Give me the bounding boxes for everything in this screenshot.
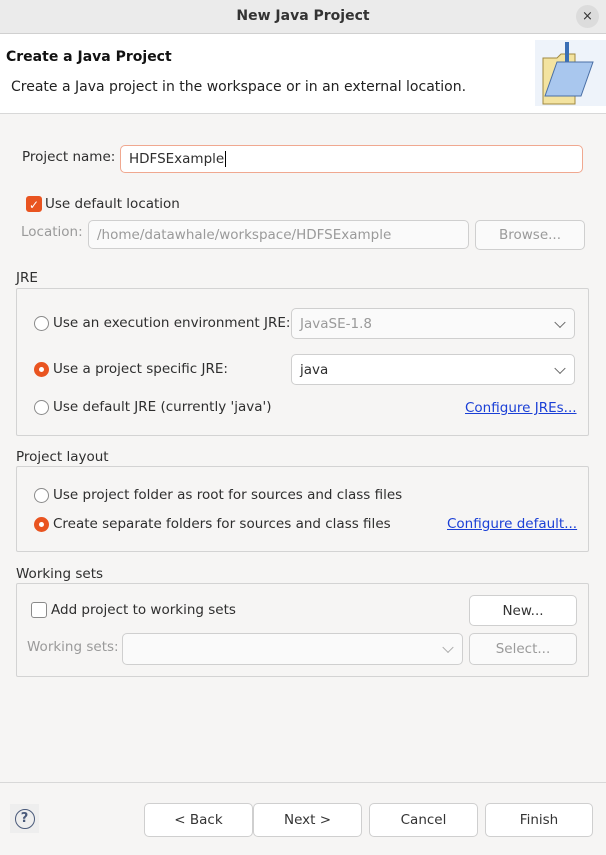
radio-default-jre[interactable] bbox=[34, 400, 49, 415]
title-bar: New Java Project × bbox=[0, 0, 606, 34]
execution-environment-select[interactable]: JavaSE-1.8 bbox=[291, 308, 575, 339]
working-sets-group-title: Working sets bbox=[16, 566, 104, 582]
radio-project-specific-jre[interactable] bbox=[34, 362, 49, 377]
jre-group-title: JRE bbox=[16, 270, 38, 286]
add-to-working-sets-label: Add project to working sets bbox=[51, 602, 236, 618]
help-icon: ? bbox=[14, 808, 35, 829]
location-value: /home/datawhale/workspace/HDFSExample bbox=[97, 226, 392, 243]
page-title: Create a Java Project bbox=[6, 49, 172, 65]
configure-default-link[interactable]: Configure default... bbox=[447, 516, 577, 532]
location-label: Location: bbox=[21, 224, 83, 240]
default-jre-label: Use default JRE (currently 'java') bbox=[53, 399, 272, 415]
wizard-header: Create a Java Project Create a Java proj… bbox=[0, 34, 606, 114]
project-folder-root-label: Use project folder as root for sources a… bbox=[53, 487, 403, 503]
working-sets-combo[interactable] bbox=[122, 633, 463, 665]
working-sets-label: Working sets: bbox=[27, 639, 119, 655]
project-name-input[interactable]: HDFSExample bbox=[120, 145, 583, 173]
execution-environment-label: Use an execution environment JRE: bbox=[53, 315, 291, 331]
execution-environment-value: JavaSE-1.8 bbox=[300, 315, 372, 332]
finish-button[interactable]: Finish bbox=[485, 803, 593, 837]
radio-project-folder-root[interactable] bbox=[34, 488, 49, 503]
project-specific-jre-label: Use a project specific JRE: bbox=[53, 361, 228, 377]
help-button[interactable]: ? bbox=[10, 804, 39, 833]
cancel-button[interactable]: Cancel bbox=[369, 803, 478, 837]
footer-divider bbox=[0, 782, 606, 783]
chevron-down-icon bbox=[554, 362, 566, 374]
radio-execution-environment[interactable] bbox=[34, 316, 49, 331]
new-working-set-button[interactable]: New... bbox=[469, 595, 577, 626]
browse-button[interactable]: Browse... bbox=[475, 220, 585, 250]
project-name-value: HDFSExample bbox=[129, 151, 225, 167]
chevron-down-icon bbox=[554, 316, 566, 328]
add-to-working-sets-checkbox[interactable] bbox=[31, 602, 47, 618]
folder-icon bbox=[535, 40, 606, 106]
chevron-down-icon bbox=[442, 641, 454, 654]
close-icon[interactable]: × bbox=[576, 5, 599, 28]
next-button[interactable]: Next > bbox=[253, 803, 362, 837]
location-input[interactable]: /home/datawhale/workspace/HDFSExample bbox=[88, 220, 469, 249]
page-description: Create a Java project in the workspace o… bbox=[11, 79, 467, 95]
radio-separate-folders[interactable] bbox=[34, 517, 49, 532]
window-title: New Java Project bbox=[236, 8, 370, 24]
select-working-sets-button[interactable]: Select... bbox=[469, 633, 577, 665]
project-specific-jre-value: java bbox=[300, 361, 329, 378]
project-name-label: Project name: bbox=[22, 149, 116, 165]
separate-folders-label: Create separate folders for sources and … bbox=[53, 516, 391, 532]
configure-jres-link[interactable]: Configure JREs... bbox=[465, 400, 577, 416]
project-specific-jre-select[interactable]: java bbox=[291, 354, 575, 385]
use-default-location-label: Use default location bbox=[45, 196, 180, 212]
project-layout-group bbox=[16, 466, 589, 552]
project-layout-group-title: Project layout bbox=[16, 449, 109, 465]
back-button[interactable]: < Back bbox=[144, 803, 253, 837]
use-default-location-checkbox[interactable]: ✓ bbox=[26, 196, 42, 212]
